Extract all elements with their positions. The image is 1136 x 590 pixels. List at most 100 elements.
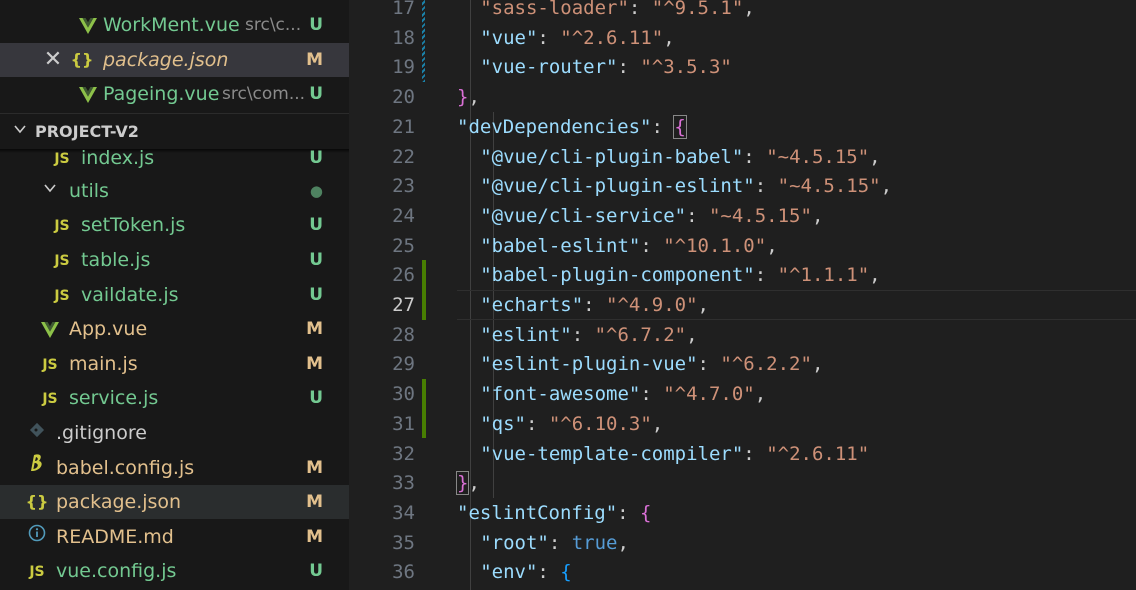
- code-text: "eslintConfig": {: [457, 498, 652, 528]
- code-line[interactable]: 30 "font-awesome": "^4.7.0",: [349, 379, 1136, 409]
- js-icon: JS: [54, 218, 70, 234]
- tree-item[interactable]: JS index.js U: [0, 141, 349, 175]
- code-line[interactable]: 27 "echarts": "^4.9.0",: [349, 290, 1136, 320]
- tree-item[interactable]: {} package.json M: [0, 485, 349, 519]
- code-token: "~4.5.15": [777, 175, 881, 198]
- tree-item[interactable]: JS vaildate.js U: [0, 278, 349, 312]
- code-line[interactable]: 24 "@vue/cli-service": "~4.5.15",: [349, 201, 1136, 231]
- file-name: main.js: [69, 353, 138, 375]
- tree-item[interactable]: JS vue.config.js U: [0, 554, 349, 588]
- code-token: {: [673, 114, 687, 139]
- code-token: "^2.6.11": [766, 442, 870, 465]
- code-token: :: [686, 204, 709, 227]
- code-line[interactable]: 21 "devDependencies": {: [349, 112, 1136, 142]
- chevron-down-icon: [38, 174, 62, 208]
- git-status-badge: U: [309, 148, 323, 168]
- code-token: "@vue/cli-plugin-babel": [480, 145, 744, 168]
- code-token: "vue-template-compiler": [480, 442, 744, 465]
- js-icon: JS: [54, 288, 70, 304]
- code-token: "qs": [480, 412, 526, 435]
- file-name: index.js: [81, 147, 155, 169]
- code-text: "babel-eslint": "^10.1.0",: [480, 231, 777, 261]
- line-number: 22: [392, 145, 415, 168]
- open-editor-item[interactable]: WorkMent.vue src\c... U: [0, 8, 349, 42]
- open-editor-path: src\com...: [222, 84, 306, 104]
- open-editor-path: src\c...: [245, 15, 302, 35]
- git-status-badge: U: [309, 388, 323, 408]
- code-token: ,: [754, 383, 767, 406]
- code-line[interactable]: 32 "vue-template-compiler": "^2.6.11": [349, 439, 1136, 469]
- file-name: setToken.js: [81, 214, 186, 236]
- code-line[interactable]: 22 "@vue/cli-plugin-babel": "~4.5.15",: [349, 142, 1136, 172]
- code-token: "~4.5.15": [708, 204, 812, 227]
- code-token: "babel-plugin-component": [480, 264, 755, 287]
- folder-name: utils: [69, 180, 109, 202]
- code-token: "^4.7.0": [663, 383, 755, 406]
- code-token: {: [640, 501, 652, 524]
- tree-item[interactable]: .gitignore: [0, 416, 349, 450]
- js-icon: JS: [54, 151, 70, 167]
- code-token: :: [754, 175, 778, 198]
- code-line[interactable]: 35 "root": true,: [349, 528, 1136, 558]
- tree-item[interactable]: JS table.js U: [0, 243, 349, 277]
- braces-icon: {}: [25, 492, 49, 511]
- code-token: ,: [686, 323, 698, 346]
- tree-item[interactable]: App.vue M: [0, 312, 349, 346]
- code-token: "devDependencies": [457, 115, 652, 138]
- tree-item[interactable]: JS service.js U: [0, 381, 349, 415]
- vue-icon: [38, 312, 62, 346]
- code-token: ,: [766, 234, 778, 257]
- code-text: },: [455, 468, 480, 498]
- code-line[interactable]: 19 "vue-router": "^3.5.3": [349, 52, 1136, 82]
- code-token: ,: [663, 26, 675, 49]
- code-token: {: [560, 561, 572, 584]
- code-line[interactable]: 28 "eslint": "^6.7.2",: [349, 320, 1136, 350]
- code-token: ,: [869, 264, 881, 287]
- tree-item[interactable]: JS setToken.js U: [0, 208, 349, 242]
- line-number: 29: [392, 353, 415, 376]
- code-token: ,: [617, 531, 629, 554]
- code-line[interactable]: 34 "eslintConfig": {: [349, 498, 1136, 528]
- tree-item[interactable]: README.md M: [0, 520, 349, 554]
- code-line[interactable]: 31 "qs": "^6.10.3",: [349, 409, 1136, 439]
- open-editor-item[interactable]: ✕ {} package.json M: [0, 43, 349, 77]
- code-line[interactable]: 20},: [349, 82, 1136, 112]
- tree-item[interactable]: JS main.js M: [0, 347, 349, 381]
- code-token: :: [537, 561, 561, 584]
- close-icon[interactable]: ✕: [42, 43, 64, 77]
- code-token: "~4.5.15": [766, 145, 870, 168]
- line-number: 25: [392, 234, 415, 257]
- code-line[interactable]: 36 "env": {: [349, 557, 1136, 587]
- info-icon: [25, 520, 49, 554]
- file-name: README.md: [56, 526, 174, 548]
- explorer-sidebar: WorkMent.vue src\c... U ✕ {} package.json M Pag…: [0, 0, 349, 590]
- code-token: true: [571, 531, 618, 554]
- open-editor-item[interactable]: Pageing.vue src\com... U: [0, 77, 349, 111]
- git-status-badge: M: [306, 458, 323, 478]
- code-line[interactable]: 18 "vue": "^2.6.11",: [349, 23, 1136, 53]
- code-token: ,: [651, 412, 664, 435]
- code-token: ,: [743, 0, 755, 19]
- code-line[interactable]: 33},: [349, 468, 1136, 498]
- code-line[interactable]: 23 "@vue/cli-plugin-eslint": "~4.5.15",: [349, 171, 1136, 201]
- code-line[interactable]: 29 "eslint-plugin-vue": "^6.2.2",: [349, 349, 1136, 379]
- code-token: :: [743, 145, 767, 168]
- code-token: "^6.7.2": [594, 323, 687, 346]
- code-text: "eslint-plugin-vue": "^6.2.2",: [480, 349, 823, 379]
- code-line[interactable]: 26 "babel-plugin-component": "^1.1.1",: [349, 260, 1136, 290]
- code-token: ,: [468, 86, 480, 109]
- code-text: "root": true,: [480, 528, 629, 558]
- line-number: 34: [392, 501, 415, 524]
- line-number: 21: [392, 115, 415, 138]
- code-token: :: [548, 531, 572, 554]
- code-editor[interactable]: 17 "sass-loader": "^9.5.1", 18 "vue": "^2.6…: [349, 0, 1136, 590]
- code-line[interactable]: 25 "babel-eslint": "^10.1.0",: [349, 231, 1136, 261]
- line-number: 17: [392, 0, 415, 19]
- js-icon: JS: [42, 391, 58, 407]
- tree-item[interactable]: babel.config.js M: [0, 451, 349, 485]
- code-token: "eslintConfig": [457, 501, 618, 524]
- file-name: vue.config.js: [56, 560, 177, 582]
- vue-icon: [76, 8, 100, 42]
- folder-item[interactable]: utils ●: [0, 174, 349, 208]
- code-line[interactable]: 17 "sass-loader": "^9.5.1",: [349, 0, 1136, 23]
